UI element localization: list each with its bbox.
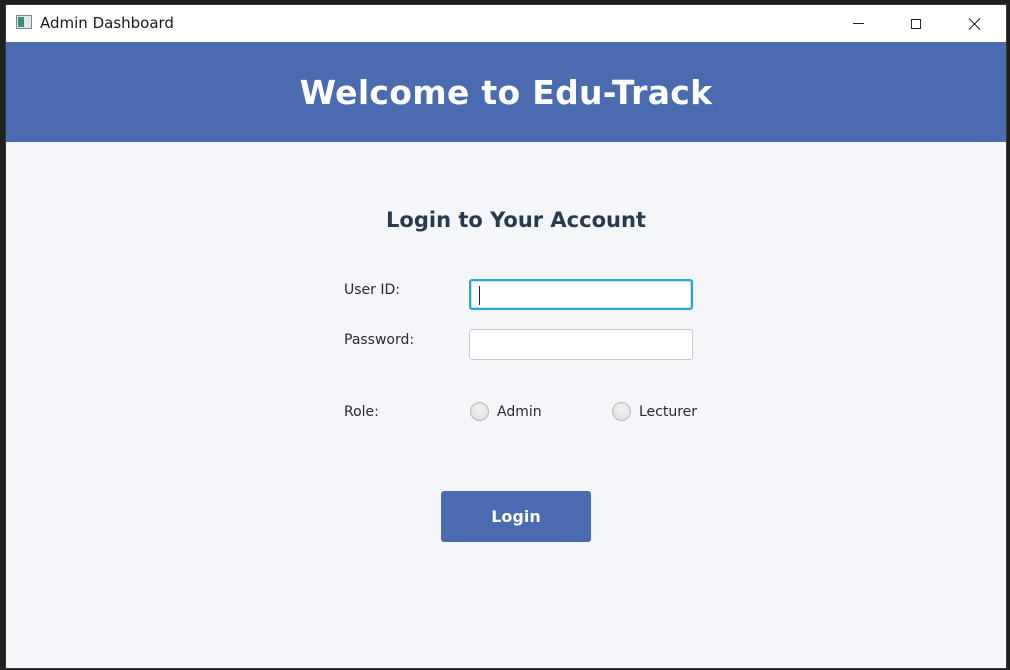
role-radio-lecturer[interactable]: Lecturer: [612, 402, 697, 421]
maximize-button[interactable]: [887, 5, 945, 42]
password-label: Password:: [344, 332, 415, 348]
text-caret: [479, 286, 480, 305]
role-label: Role:: [344, 404, 379, 420]
user-id-label: User ID:: [344, 282, 400, 298]
title-bar[interactable]: Admin Dashboard: [6, 5, 1006, 42]
minimize-button[interactable]: [829, 5, 887, 42]
password-input[interactable]: [469, 329, 693, 360]
login-heading: Login to Your Account: [386, 208, 646, 232]
login-button[interactable]: Login: [441, 491, 591, 542]
role-option-admin-label: Admin: [497, 403, 542, 420]
app-window: Admin Dashboard Welcome to Edu-Track Log…: [6, 5, 1006, 668]
minimize-icon: [852, 23, 864, 24]
maximize-icon: [911, 18, 921, 29]
radio-button-admin[interactable]: [470, 402, 489, 421]
header-banner: Welcome to Edu-Track: [6, 42, 1006, 142]
header-title: Welcome to Edu-Track: [299, 72, 713, 112]
close-button[interactable]: [946, 5, 1004, 42]
role-option-lecturer-label: Lecturer: [639, 403, 698, 420]
radio-button-lecturer[interactable]: [612, 402, 631, 421]
role-radio-admin[interactable]: Admin: [470, 402, 542, 421]
app-window-icon: [16, 15, 32, 29]
user-id-input[interactable]: [469, 279, 693, 310]
window-title: Admin Dashboard: [40, 14, 174, 32]
close-icon: [968, 17, 982, 31]
